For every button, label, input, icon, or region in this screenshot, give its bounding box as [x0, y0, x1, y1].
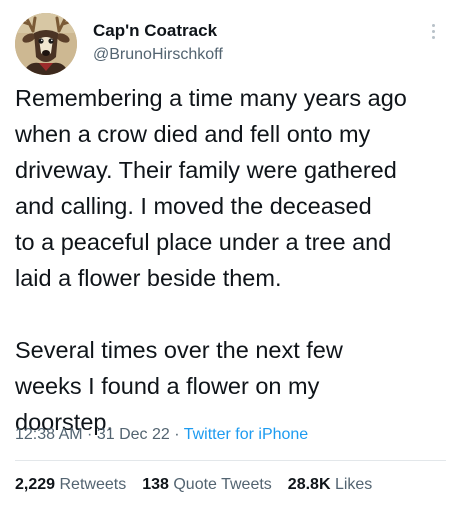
quote-tweets-count: 138	[142, 476, 169, 493]
tweet-detail: Cap'n Coatrack @BrunoHirschkoff Remember…	[0, 0, 460, 512]
more-dot	[431, 23, 435, 27]
tweet-source-link[interactable]: Twitter for iPhone	[184, 426, 309, 443]
retweets-label: Retweets	[59, 476, 127, 493]
likes-stat[interactable]: 28.8K Likes	[288, 474, 373, 496]
tweet-paragraph: Remembering a time many years ago when a…	[15, 85, 407, 291]
meta-separator: ·	[82, 426, 97, 443]
tweet-metadata: 12:38 AM · 31 Dec 22 · Twitter for iPhon…	[15, 424, 308, 446]
author-display-name[interactable]: Cap'n Coatrack	[93, 20, 217, 42]
more-dot	[431, 29, 435, 33]
meta-separator: ·	[169, 426, 184, 443]
author-handle[interactable]: @BrunoHirschkoff	[93, 44, 223, 66]
likes-count: 28.8K	[287, 476, 331, 493]
engagement-stats: 2,229 Retweets 138 Quote Tweets 28.8K Li…	[15, 474, 372, 496]
avatar[interactable]	[15, 13, 77, 75]
divider	[15, 460, 446, 461]
tweet-date[interactable]: 31 Dec 22	[97, 426, 170, 443]
tweet-time[interactable]: 12:38 AM	[15, 426, 83, 443]
deer-avatar-icon	[15, 13, 77, 75]
more-dot	[431, 35, 435, 39]
tweet-text: Remembering a time many years ago when a…	[15, 80, 453, 440]
retweets-stat[interactable]: 2,229 Retweets	[15, 474, 126, 496]
more-vertical-icon[interactable]	[426, 18, 440, 44]
quote-tweets-label: Quote Tweets	[173, 476, 272, 493]
retweets-count: 2,229	[15, 476, 56, 493]
likes-label: Likes	[334, 476, 373, 493]
quote-tweets-stat[interactable]: 138 Quote Tweets	[142, 474, 272, 496]
